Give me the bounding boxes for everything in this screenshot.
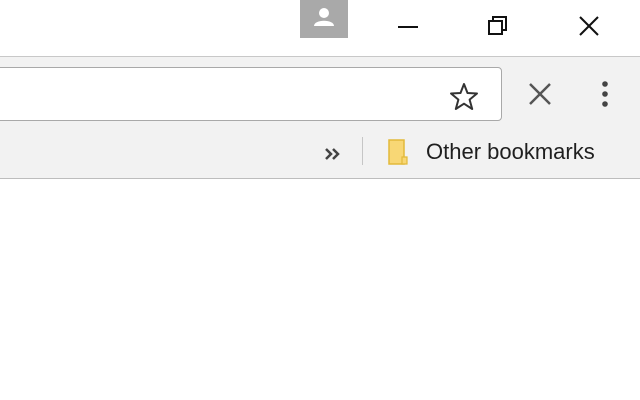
- bookmarks-overflow-button[interactable]: [320, 139, 350, 169]
- vertical-dots-icon: [602, 81, 608, 107]
- browser-toolbar: [0, 56, 640, 132]
- person-icon: [314, 8, 334, 26]
- restore-button[interactable]: [475, 0, 521, 52]
- title-bar: [0, 0, 640, 56]
- browser-menu-button[interactable]: [588, 75, 622, 115]
- window-close-button[interactable]: [566, 0, 612, 52]
- bookmark-star-button[interactable]: [447, 80, 481, 114]
- minimize-icon: [398, 26, 418, 28]
- page-content: [0, 179, 640, 400]
- other-bookmarks-label: Other bookmarks: [426, 139, 595, 164]
- folder-icon: [388, 139, 408, 165]
- other-bookmarks-folder[interactable]: Other bookmarks: [382, 133, 632, 171]
- close-x-icon: [529, 83, 551, 105]
- minimize-button[interactable]: [385, 0, 431, 52]
- star-outline-icon: [450, 83, 478, 110]
- address-bar[interactable]: [0, 67, 502, 121]
- bookmarks-divider: [362, 137, 363, 165]
- stop-loading-button[interactable]: [521, 75, 559, 115]
- double-chevron-right-icon: [325, 148, 340, 160]
- profile-button[interactable]: [300, 0, 348, 38]
- close-icon: [579, 16, 599, 36]
- bookmarks-bar: Other bookmarks: [0, 131, 640, 179]
- restore-icon: [488, 16, 507, 35]
